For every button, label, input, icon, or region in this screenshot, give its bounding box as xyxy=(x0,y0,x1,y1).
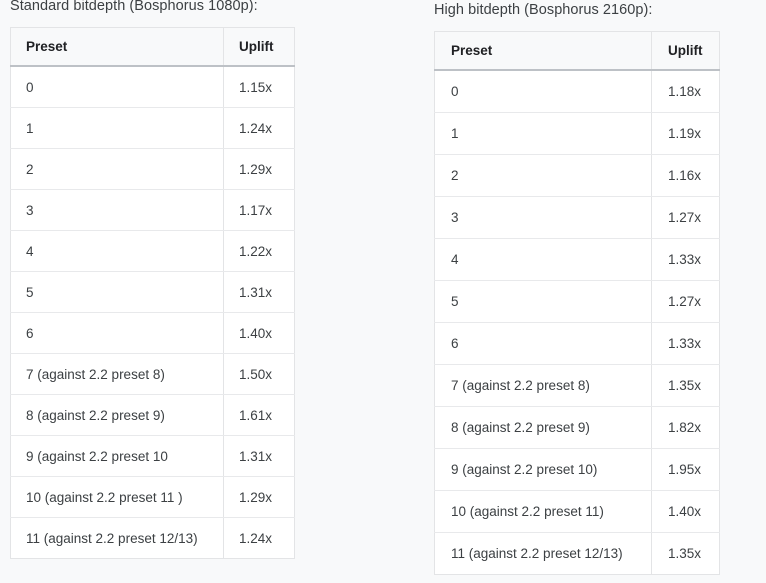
table-row: 3 1.17x xyxy=(10,189,295,231)
cell-uplift: 1.95x xyxy=(651,448,720,491)
cell-uplift: 1.22x xyxy=(223,230,295,272)
high-bitdepth-caption: High bitdepth (Bosphorus 2160p): xyxy=(434,2,653,18)
table-row: 5 1.31x xyxy=(10,271,295,313)
cell-uplift: 1.27x xyxy=(651,196,720,239)
cell-preset: 10 (against 2.2 preset 11) xyxy=(434,490,652,533)
cell-preset: 4 xyxy=(434,238,652,281)
cell-uplift: 1.29x xyxy=(223,148,295,190)
cell-uplift: 1.50x xyxy=(223,353,295,395)
cell-preset: 10 (against 2.2 preset 11 ) xyxy=(10,476,224,518)
cell-uplift: 1.15x xyxy=(223,66,295,108)
high-bitdepth-table: Preset Uplift 0 1.18x 1 1.19x 2 1.16x 3 … xyxy=(434,31,720,575)
column-header-preset: Preset xyxy=(10,27,224,67)
cell-uplift: 1.35x xyxy=(668,546,702,561)
table-header: Preset Uplift xyxy=(434,31,720,71)
cell-uplift: 1.40x xyxy=(223,312,295,354)
table-row: 2 1.16x xyxy=(434,154,720,197)
cell-uplift: 1.35x xyxy=(651,364,720,407)
table-header: Preset Uplift xyxy=(10,27,295,67)
column-header-uplift: Uplift xyxy=(223,27,295,67)
table-body: 0 1.18x 1 1.19x 2 1.16x 3 1.27x 4 1.33x … xyxy=(434,70,720,575)
cell-preset: 7 (against 2.2 preset 8) xyxy=(434,364,652,407)
table-row: 8 (against 2.2 preset 9) 1.61x xyxy=(10,394,295,436)
table-body: 0 1.15x 1 1.24x 2 1.29x 3 1.17x 4 1.22x … xyxy=(10,66,295,559)
table-row: 6 1.33x xyxy=(434,322,720,365)
cell-preset: 11 (against 2.2 preset 12/13) xyxy=(434,532,652,575)
cell-preset: 1 xyxy=(10,107,224,149)
cell-preset: 9 (against 2.2 preset 10) xyxy=(434,448,652,491)
standard-bitdepth-panel: Standard bitdepth (Bosphorus 1080p): Pre… xyxy=(0,0,420,559)
cell-preset: 3 xyxy=(10,189,224,231)
table-row: 4 1.22x xyxy=(10,230,295,272)
table-row: 7 (against 2.2 preset 8) 1.35x xyxy=(434,364,720,407)
page-root: Standard bitdepth (Bosphorus 1080p): Pre… xyxy=(0,0,766,583)
column-header-preset: Preset xyxy=(434,31,652,71)
standard-bitdepth-caption: Standard bitdepth (Bosphorus 1080p): xyxy=(10,0,258,14)
cell-preset: 6 xyxy=(10,312,224,354)
cell-preset: 3 xyxy=(434,196,652,239)
table-row: 9 (against 2.2 preset 10) 1.95x xyxy=(434,448,720,491)
cell-uplift: 1.31x xyxy=(223,435,295,477)
cell-preset: 11 (against 2.2 preset 12/13) xyxy=(10,517,224,559)
table-row: 0 1.18x xyxy=(434,70,720,113)
table-row: 10 (against 2.2 preset 11) 1.40x xyxy=(434,490,720,533)
cell-uplift: 1.24x xyxy=(239,530,273,546)
table-header-row: Preset Uplift xyxy=(10,27,295,67)
cell-preset: 1 xyxy=(434,112,652,155)
table-row: 7 (against 2.2 preset 8) 1.50x xyxy=(10,353,295,395)
cell-preset: 2 xyxy=(10,148,224,190)
cell-preset: 8 (against 2.2 preset 9) xyxy=(434,406,652,449)
cell-uplift: 1.17x xyxy=(223,189,295,231)
cell-uplift: 1.16x xyxy=(651,154,720,197)
cell-preset: 8 (against 2.2 preset 9) xyxy=(10,394,224,436)
column-header-uplift: Uplift xyxy=(651,31,720,71)
table-row: 3 1.27x xyxy=(434,196,720,239)
standard-bitdepth-table: Preset Uplift 0 1.15x 1 1.24x 2 1.29x 3 … xyxy=(10,27,295,559)
table-row: 0 1.15x xyxy=(10,66,295,108)
table-row: 1 1.24x xyxy=(10,107,295,149)
cell-uplift: 1.61x xyxy=(223,394,295,436)
cell-uplift: 1.82x xyxy=(651,406,720,449)
cell-preset: 2 xyxy=(434,154,652,197)
table-row: 1 1.19x xyxy=(434,112,720,155)
table-row: 6 1.40x xyxy=(10,312,295,354)
cell-uplift: 1.19x xyxy=(651,112,720,155)
table-row: 11 (against 2.2 preset 12/13) 1.24x xyxy=(10,517,295,559)
cell-preset: 0 xyxy=(434,70,652,113)
cell-preset: 6 xyxy=(434,322,652,365)
table-row: 10 (against 2.2 preset 11 ) 1.29x xyxy=(10,476,295,518)
cell-uplift: 1.33x xyxy=(651,322,720,365)
table-header-row: Preset Uplift xyxy=(434,31,720,71)
table-row: 4 1.33x xyxy=(434,238,720,281)
cell-preset: 7 (against 2.2 preset 8) xyxy=(10,353,224,395)
table-row: 9 (against 2.2 preset 10 1.31x xyxy=(10,435,295,477)
cell-preset: 0 xyxy=(10,66,224,108)
table-row: 8 (against 2.2 preset 9) 1.82x xyxy=(434,406,720,449)
cell-preset: 4 xyxy=(10,230,224,272)
cell-preset: 5 xyxy=(434,280,652,323)
table-row: 5 1.27x xyxy=(434,280,720,323)
high-bitdepth-panel: High bitdepth (Bosphorus 2160p): Preset … xyxy=(425,0,766,575)
cell-preset: 5 xyxy=(10,271,224,313)
cell-uplift: 1.29x xyxy=(223,476,295,518)
cell-uplift: 1.33x xyxy=(651,238,720,281)
cell-uplift: 1.18x xyxy=(651,70,720,113)
table-row: 11 (against 2.2 preset 12/13) 1.35x xyxy=(434,532,720,575)
cell-uplift: 1.27x xyxy=(651,280,720,323)
cell-uplift: 1.40x xyxy=(651,490,720,533)
cell-preset: 9 (against 2.2 preset 10 xyxy=(10,435,224,477)
table-row: 2 1.29x xyxy=(10,148,295,190)
cell-uplift: 1.31x xyxy=(223,271,295,313)
cell-uplift: 1.24x xyxy=(223,107,295,149)
